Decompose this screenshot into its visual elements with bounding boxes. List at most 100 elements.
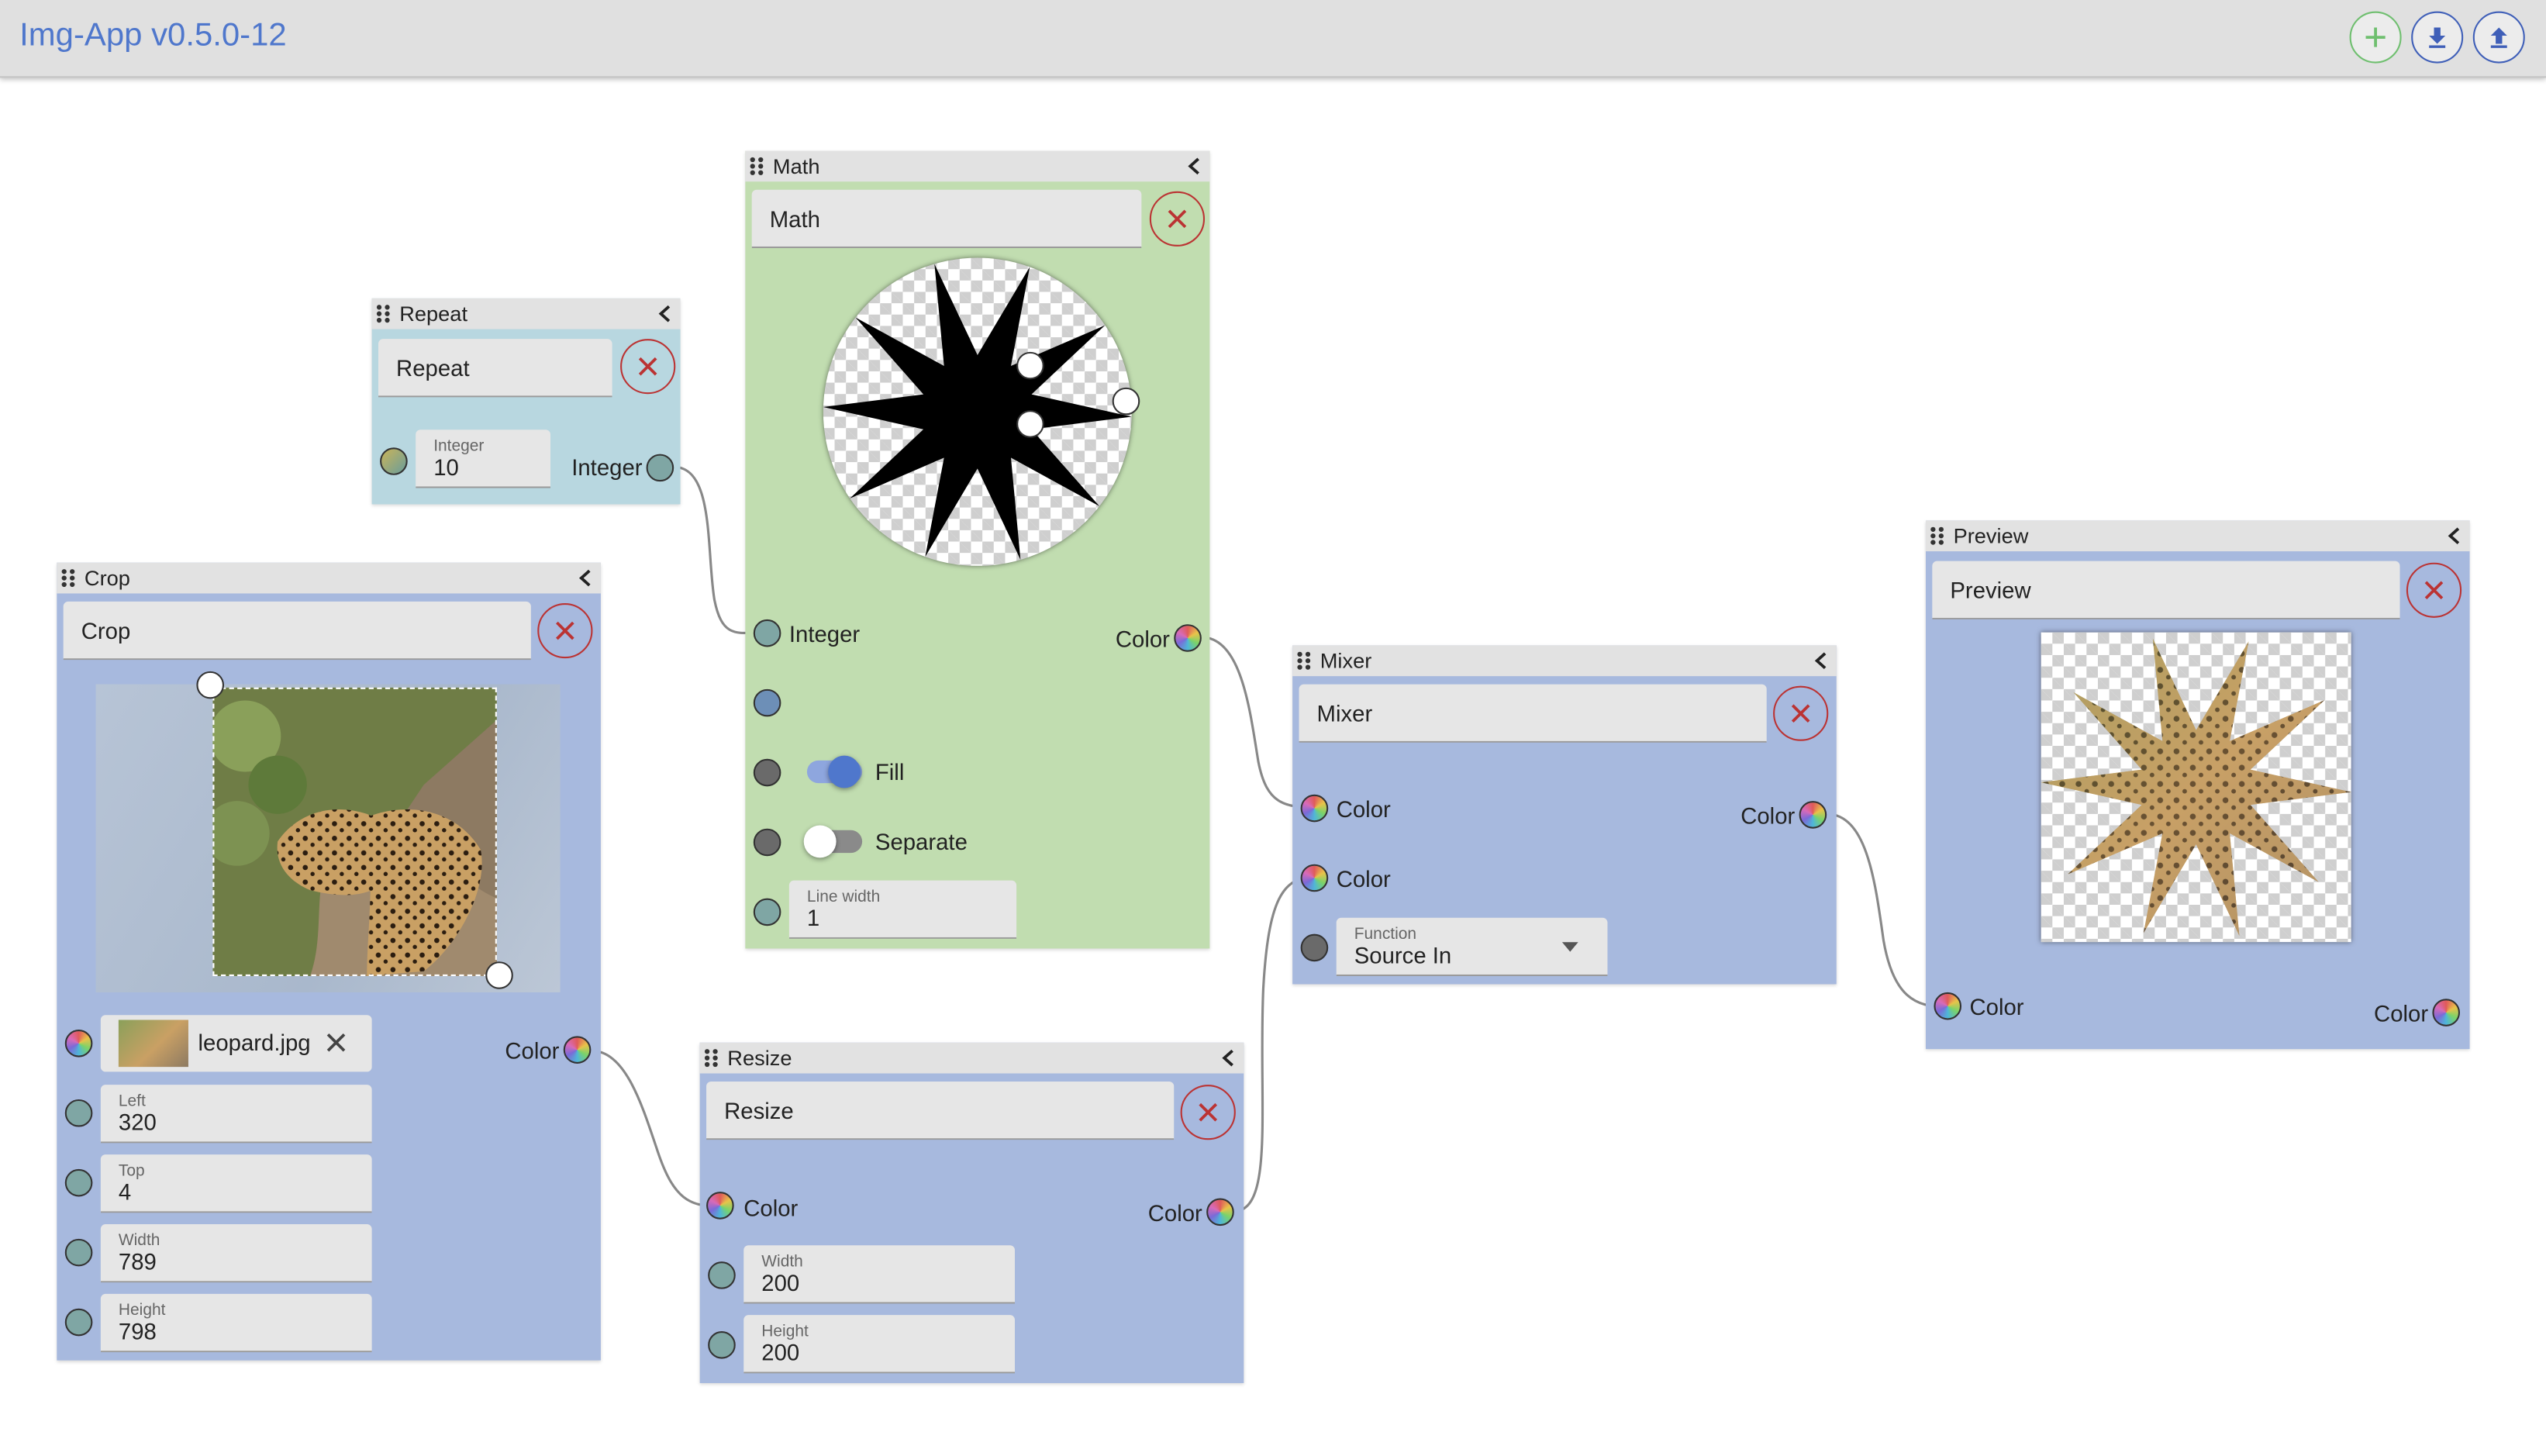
color-input-port[interactable] <box>1934 992 1962 1020</box>
drag-handle-icon[interactable] <box>376 305 390 323</box>
node-name-input[interactable]: Preview <box>1932 561 2400 619</box>
unnamed-input-port[interactable] <box>753 688 781 717</box>
close-icon <box>2424 581 2444 600</box>
crop-image-area[interactable] <box>95 684 561 992</box>
output-label: Integer <box>571 454 643 481</box>
delete-node-button[interactable] <box>1773 685 1829 741</box>
delete-node-button[interactable] <box>1180 1085 1236 1140</box>
field-label: Width <box>761 1253 803 1271</box>
height-field[interactable]: Height 200 <box>743 1315 1015 1374</box>
math-node-header[interactable]: Math <box>745 150 1210 182</box>
field-label: Line width <box>806 888 881 907</box>
field-value: Source In <box>1354 942 1452 968</box>
output-label: Color <box>1147 1199 1202 1227</box>
preview-image <box>2041 632 2351 943</box>
field-label: Top <box>118 1162 145 1181</box>
resize-node-header[interactable]: Resize <box>699 1042 1244 1074</box>
integer-input-port[interactable] <box>753 619 781 647</box>
color-output-port[interactable] <box>1799 801 1827 829</box>
function-select[interactable]: Function Source In <box>1336 917 1608 977</box>
chevron-left-icon[interactable] <box>1221 1049 1237 1067</box>
fill-toggle-knob[interactable] <box>828 755 861 788</box>
file-input-port[interactable] <box>64 1030 93 1057</box>
node-name-input[interactable]: Math <box>751 189 1142 248</box>
separate-toggle-knob[interactable] <box>803 825 837 858</box>
crop-handle-top-left[interactable] <box>196 671 225 699</box>
math-node[interactable]: Math Math Integer Color Fill Separate Li… <box>745 150 1210 949</box>
color-output-port[interactable] <box>1206 1198 1234 1227</box>
close-icon <box>1199 1102 1218 1122</box>
fill-label: Fill <box>875 758 905 785</box>
repeat-node-header[interactable]: Repeat <box>371 298 681 329</box>
masked-leopard-preview <box>2041 638 2351 937</box>
node-title: Resize <box>727 1045 792 1071</box>
chevron-left-icon[interactable] <box>657 305 674 323</box>
masked-star-texture <box>2041 638 2351 937</box>
fill-input-port[interactable] <box>753 758 781 787</box>
height-input-port[interactable] <box>708 1331 736 1359</box>
output-label: Color <box>2374 1000 2429 1026</box>
width-field[interactable]: Width 789 <box>100 1224 372 1283</box>
node-name-input[interactable]: Mixer <box>1299 684 1767 743</box>
input-label: Color <box>1336 865 1391 892</box>
field-value: 798 <box>118 1318 157 1344</box>
height-input-port[interactable] <box>64 1308 93 1337</box>
shape-handle[interactable] <box>1016 351 1044 380</box>
node-title: Preview <box>1953 523 2029 548</box>
delete-node-button[interactable] <box>620 339 676 395</box>
output-label: Color <box>1115 626 1170 652</box>
crop-selection[interactable] <box>212 687 497 977</box>
shape-handle[interactable] <box>1016 410 1044 438</box>
integer-output-port[interactable] <box>646 454 674 482</box>
width-field[interactable]: Width 200 <box>743 1245 1015 1304</box>
shape-handle[interactable] <box>1112 387 1140 416</box>
width-input-port[interactable] <box>64 1238 93 1267</box>
left-input-port[interactable] <box>64 1099 93 1127</box>
top-field[interactable]: Top 4 <box>100 1154 372 1213</box>
drag-handle-icon[interactable] <box>704 1049 718 1068</box>
color-input-port-1[interactable] <box>1300 794 1329 823</box>
close-icon <box>1791 704 1810 723</box>
color-output-port[interactable] <box>2432 999 2461 1026</box>
color-input-port-2[interactable] <box>1300 864 1329 892</box>
function-input-port[interactable] <box>1300 933 1329 962</box>
drag-handle-icon[interactable] <box>750 157 764 175</box>
line-width-field[interactable]: Line width 1 <box>788 880 1017 939</box>
preview-node[interactable]: Preview Preview Color Color <box>1925 520 2470 1050</box>
drag-handle-icon[interactable] <box>61 569 75 588</box>
delete-node-button[interactable] <box>2406 562 2462 618</box>
top-input-port[interactable] <box>64 1168 93 1197</box>
chevron-left-icon[interactable] <box>2447 527 2463 545</box>
integer-input-port[interactable] <box>380 447 408 475</box>
drag-handle-icon[interactable] <box>1930 526 1944 545</box>
color-output-port[interactable] <box>1174 624 1202 652</box>
preview-node-header[interactable]: Preview <box>1925 520 2470 552</box>
left-field[interactable]: Left 320 <box>100 1085 372 1144</box>
crop-handle-bottom-right[interactable] <box>485 961 513 989</box>
height-field[interactable]: Height 798 <box>100 1293 372 1353</box>
delete-node-button[interactable] <box>537 603 593 659</box>
separate-input-port[interactable] <box>753 828 781 857</box>
node-title: Repeat <box>399 302 468 326</box>
drag-handle-icon[interactable] <box>1297 651 1311 670</box>
chevron-left-icon[interactable] <box>1813 652 1830 670</box>
mixer-node-header[interactable]: Mixer <box>1292 645 1837 677</box>
file-chip[interactable]: leopard.jpg <box>100 1015 372 1072</box>
mixer-node[interactable]: Mixer Mixer Color Color Color Function S… <box>1292 645 1837 985</box>
remove-file-icon[interactable] <box>325 1031 347 1054</box>
color-output-port[interactable] <box>563 1036 592 1064</box>
width-input-port[interactable] <box>708 1261 736 1289</box>
repeat-node[interactable]: Repeat Repeat Integer 10 Integer <box>371 298 681 505</box>
node-name-input[interactable]: Repeat <box>378 339 612 398</box>
crop-node-header[interactable]: Crop <box>57 562 601 594</box>
chevron-left-icon[interactable] <box>578 569 595 587</box>
color-input-port[interactable] <box>706 1192 734 1220</box>
chevron-left-icon[interactable] <box>1187 157 1203 175</box>
line-width-input-port[interactable] <box>753 898 781 926</box>
node-name-input[interactable]: Resize <box>706 1081 1175 1140</box>
delete-node-button[interactable] <box>1149 191 1206 247</box>
resize-node[interactable]: Resize Resize Color Color Width 200 Heig… <box>699 1042 1244 1383</box>
crop-node[interactable]: Crop Crop leopard.jpg Color Left 320 Top… <box>57 562 601 1361</box>
node-name-input[interactable]: Crop <box>63 601 531 661</box>
integer-field[interactable]: Integer 10 <box>416 430 551 488</box>
